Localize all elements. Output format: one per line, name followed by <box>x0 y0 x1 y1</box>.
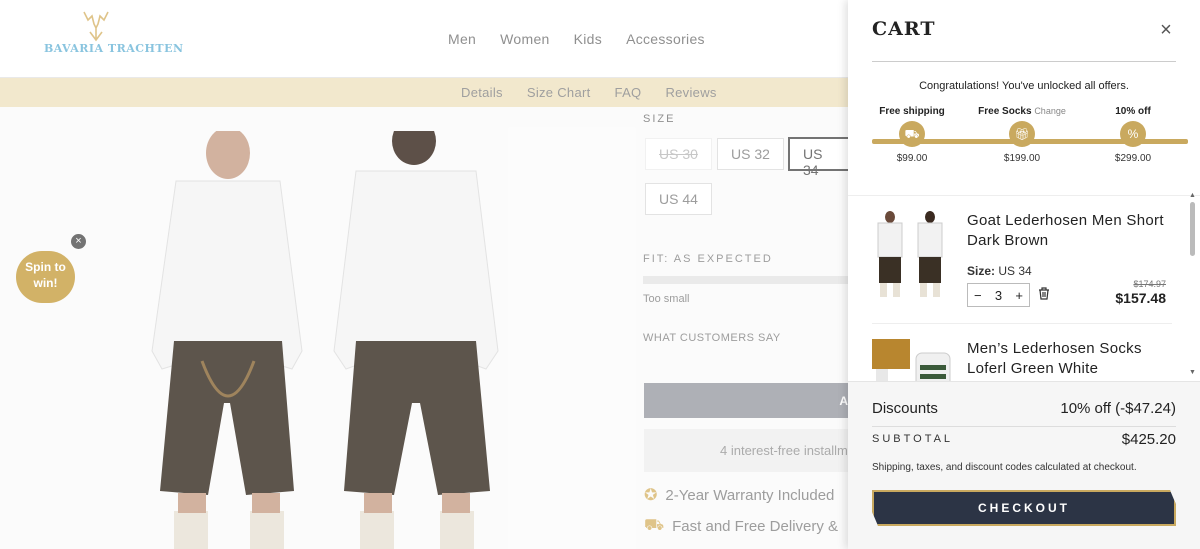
item-name[interactable]: Men’s Lederhosen Socks Loferl Green Whit… <box>967 339 1167 379</box>
cart-items-list[interactable]: Goat Lederhosen Men Short Dark Brown Siz… <box>848 195 1200 381</box>
cart-footer: Discounts 10% off (-$47.24) SUBTOTAL $42… <box>848 381 1200 549</box>
milestone-free-shipping: Free shipping ⛟ $99.00 <box>852 106 972 164</box>
item-size-label: Size: <box>967 264 996 278</box>
decrease-qty-button[interactable]: − <box>974 288 982 303</box>
cart-drawer: CART × Congratulations! You've unlocked … <box>848 0 1200 549</box>
milestone-label-text: Free Socks <box>978 106 1032 117</box>
milestone-price: $199.00 <box>1003 153 1041 164</box>
cart-item: Men’s Lederhosen Socks Loferl Green Whit… <box>870 339 1170 381</box>
cart-title: CART <box>872 18 936 40</box>
offers-message: Congratulations! You've unlocked all off… <box>919 80 1129 92</box>
item-thumbnail[interactable] <box>870 211 954 299</box>
cart-item: Goat Lederhosen Men Short Dark Brown Siz… <box>870 211 1170 311</box>
truck-icon: ⛟ <box>899 121 925 147</box>
gift-icon: 🎁︎ <box>1009 121 1035 147</box>
subtotal-value: $425.20 <box>1121 431 1176 448</box>
cart-divider <box>872 61 1176 62</box>
scroll-down-icon[interactable]: ▼ <box>1189 369 1196 376</box>
increase-qty-button[interactable]: + <box>1015 288 1023 303</box>
discounts-label: Discounts <box>872 400 938 417</box>
item-size-value: US 34 <box>998 264 1032 278</box>
milestone-10-off: 10% off % $299.00 <box>1073 106 1193 164</box>
sale-price: $157.48 <box>1115 290 1166 306</box>
scroll-thumb[interactable] <box>1190 202 1195 256</box>
discounts-value: 10% off (-$47.24) <box>1060 400 1176 417</box>
page-overlay[interactable] <box>0 0 848 549</box>
item-thumbnail[interactable] <box>870 339 954 381</box>
original-price: $174.97 <box>1133 279 1166 289</box>
subtotal-label: SUBTOTAL <box>872 433 954 445</box>
change-link[interactable]: Change <box>1034 106 1066 116</box>
milestone-free-socks: Free Socks Change 🎁︎ $199.00 <box>962 106 1082 164</box>
milestone-label: 10% off <box>1115 106 1151 117</box>
quantity-stepper: − 3 + <box>967 283 1030 307</box>
milestone-price: $299.00 <box>1114 153 1152 164</box>
item-name[interactable]: Goat Lederhosen Men Short Dark Brown <box>967 211 1167 251</box>
trash-icon[interactable] <box>1038 287 1050 303</box>
quantity-value[interactable]: 3 <box>995 288 1002 303</box>
cart-scrollbar[interactable]: ▲ ▼ <box>1188 192 1196 380</box>
percent-icon: % <box>1120 121 1146 147</box>
milestone-price: $99.00 <box>896 153 928 164</box>
item-size: Size: US 34 <box>967 264 1032 278</box>
footer-divider <box>872 426 1176 427</box>
checkout-button[interactable]: CHECKOUT <box>872 490 1176 526</box>
milestone-label: Free shipping <box>879 106 945 117</box>
shipping-note: Shipping, taxes, and discount codes calc… <box>872 462 1137 473</box>
milestone-label: Free Socks Change <box>962 106 1082 117</box>
item-divider <box>872 323 1172 324</box>
close-icon[interactable]: × <box>1156 20 1176 40</box>
scroll-up-icon[interactable]: ▲ <box>1189 192 1196 199</box>
